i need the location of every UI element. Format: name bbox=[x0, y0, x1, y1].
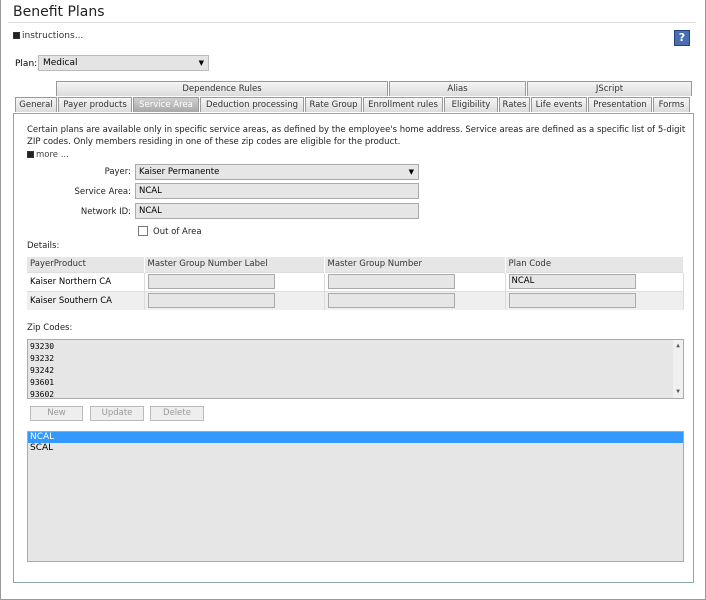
help-icon[interactable]: ? bbox=[674, 30, 690, 46]
mgn-label-input[interactable] bbox=[147, 274, 275, 289]
tab-rates[interactable]: Rates bbox=[499, 97, 530, 112]
table-row: Kaiser Northern CA NCAL bbox=[27, 271, 684, 291]
tab-deduction-processing[interactable]: Deduction processing bbox=[200, 97, 304, 112]
list-item[interactable]: SCAL bbox=[28, 443, 683, 454]
mgn-cell bbox=[324, 290, 506, 310]
network-id-input[interactable]: NCAL bbox=[135, 203, 419, 219]
out-of-area-checkbox[interactable] bbox=[138, 226, 148, 236]
dropdown-arrow-icon: ▼ bbox=[198, 59, 204, 67]
plan-code-input[interactable] bbox=[508, 293, 636, 309]
mgn-cell bbox=[324, 271, 506, 291]
page-title: Benefit Plans bbox=[13, 4, 105, 20]
payer-label: Payer: bbox=[104, 167, 131, 177]
plan-code-input[interactable]: NCAL bbox=[508, 274, 636, 289]
expand-icon bbox=[27, 151, 34, 158]
list-item[interactable]: NCAL bbox=[28, 432, 683, 443]
column-header: PayerProduct bbox=[27, 257, 145, 272]
column-header: Plan Code bbox=[505, 257, 684, 272]
scroll-down-icon[interactable]: ▼ bbox=[673, 386, 683, 398]
zip-scrollbar[interactable]: ▲ ▼ bbox=[673, 340, 683, 398]
scroll-up-icon[interactable]: ▲ bbox=[673, 340, 683, 352]
tab-eligibility[interactable]: Eligibility bbox=[444, 97, 498, 112]
zip-code-line: 93602 bbox=[30, 390, 55, 399]
more-link[interactable]: more ... bbox=[27, 150, 69, 160]
payer-product-cell: Kaiser Southern CA bbox=[27, 290, 145, 310]
plan-label: Plan: bbox=[15, 59, 38, 69]
tab-forms[interactable]: Forms bbox=[653, 97, 690, 112]
instructions-label: instructions... bbox=[22, 31, 84, 41]
tab-dependence-rules[interactable]: Dependence Rules bbox=[56, 81, 388, 96]
tab-service-area[interactable]: Service Area bbox=[133, 97, 199, 112]
table-header-row: PayerProduct Master Group Number Label M… bbox=[27, 257, 684, 272]
mgn-label-input[interactable] bbox=[147, 293, 275, 309]
title-divider bbox=[8, 22, 696, 23]
plan-code-cell bbox=[505, 290, 684, 310]
out-of-area-label: Out of Area bbox=[153, 227, 202, 237]
details-table: PayerProduct Master Group Number Label M… bbox=[27, 257, 684, 310]
zip-code-line: 93232 bbox=[30, 354, 55, 363]
instructions-link[interactable]: instructions... bbox=[13, 31, 83, 41]
zip-code-line: 93242 bbox=[30, 366, 55, 375]
tab-enrollment-rules[interactable]: Enrollment rules bbox=[363, 97, 443, 112]
service-area-input[interactable]: NCAL bbox=[135, 183, 419, 199]
dropdown-arrow-icon: ▼ bbox=[408, 168, 414, 176]
plan-select[interactable]: Medical ▼ bbox=[38, 55, 209, 71]
mgn-input[interactable] bbox=[327, 293, 455, 309]
service-area-description: Certain plans are available only in spec… bbox=[27, 125, 686, 147]
service-areas-listbox[interactable]: NCAL SCAL bbox=[27, 431, 684, 562]
service-area-label: Service Area: bbox=[74, 187, 131, 197]
plan-code-cell: NCAL bbox=[505, 271, 684, 291]
tab-presentation[interactable]: Presentation bbox=[588, 97, 652, 112]
expand-icon bbox=[13, 32, 20, 39]
tab-alias[interactable]: Alias bbox=[389, 81, 526, 96]
zip-code-line: 93230 bbox=[30, 342, 55, 351]
column-header: Master Group Number Label bbox=[144, 257, 325, 272]
mgn-label-cell bbox=[144, 290, 325, 310]
mgn-input[interactable] bbox=[327, 274, 455, 289]
payer-select[interactable]: Kaiser Permanente ▼ bbox=[135, 164, 419, 180]
tab-jscript[interactable]: JScript bbox=[527, 81, 692, 96]
network-id-label: Network ID: bbox=[80, 207, 131, 217]
payer-select-value: Kaiser Permanente bbox=[139, 167, 220, 177]
delete-button[interactable]: Delete bbox=[150, 406, 204, 421]
tab-general[interactable]: General bbox=[15, 97, 57, 112]
column-header: Master Group Number bbox=[324, 257, 506, 272]
new-button[interactable]: New bbox=[30, 406, 83, 421]
table-row: Kaiser Southern CA bbox=[27, 290, 684, 310]
details-label: Details: bbox=[27, 241, 60, 251]
mgn-label-cell bbox=[144, 271, 325, 291]
tab-life-events[interactable]: Life events bbox=[531, 97, 587, 112]
zip-code-line: 93601 bbox=[30, 378, 55, 387]
plan-select-value: Medical bbox=[43, 58, 78, 68]
update-button[interactable]: Update bbox=[90, 406, 144, 421]
payer-product-cell: Kaiser Northern CA bbox=[27, 271, 145, 291]
zip-codes-label: Zip Codes: bbox=[27, 323, 73, 333]
tab-rate-group[interactable]: Rate Group bbox=[305, 97, 362, 112]
tab-payer-products[interactable]: Payer products bbox=[58, 97, 132, 112]
zip-codes-textarea[interactable]: 93230 93232 93242 93601 93602 ▲ ▼ bbox=[27, 339, 684, 399]
more-label: more ... bbox=[36, 150, 69, 160]
